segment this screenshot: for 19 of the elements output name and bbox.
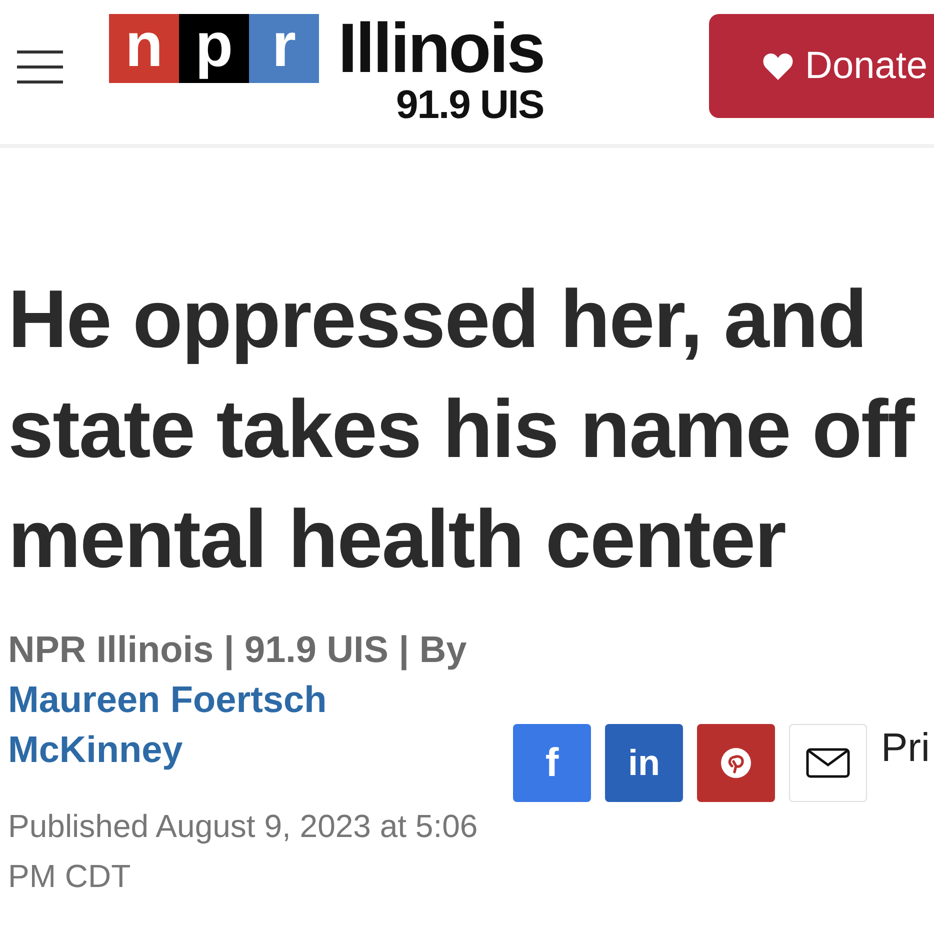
print-link[interactable]: Pri <box>881 728 930 768</box>
facebook-button[interactable]: f <box>513 724 591 802</box>
publish-date: Published August 9, 2023 at 5:06 PM CDT <box>8 807 479 896</box>
p-circle-icon <box>721 748 751 778</box>
logo-letter-tile[interactable]: p <box>179 14 249 83</box>
email-button[interactable] <box>789 724 867 802</box>
logo-letter-tile[interactable]: n <box>109 14 179 83</box>
pinterest-button[interactable] <box>697 724 775 802</box>
byline-text: NPR Illinois | 91.9 UIS | By <box>8 628 468 672</box>
logo-name[interactable]: Illinois <box>338 13 544 83</box>
menu-icon[interactable] <box>17 50 63 84</box>
heart-icon <box>763 52 793 80</box>
logo-letter-tile[interactable]: r <box>249 14 319 83</box>
envelope-icon <box>806 748 850 778</box>
article-headline: He oppressed her, and state takes his name off mental health center <box>8 273 916 587</box>
donate-button[interactable]: Donate <box>709 14 934 118</box>
linkedin-button[interactable]: in <box>605 724 683 802</box>
logo-station[interactable]: 91.9 UIS <box>396 85 544 125</box>
author-link[interactable]: Maureen Foertsch McKinney <box>8 675 368 775</box>
